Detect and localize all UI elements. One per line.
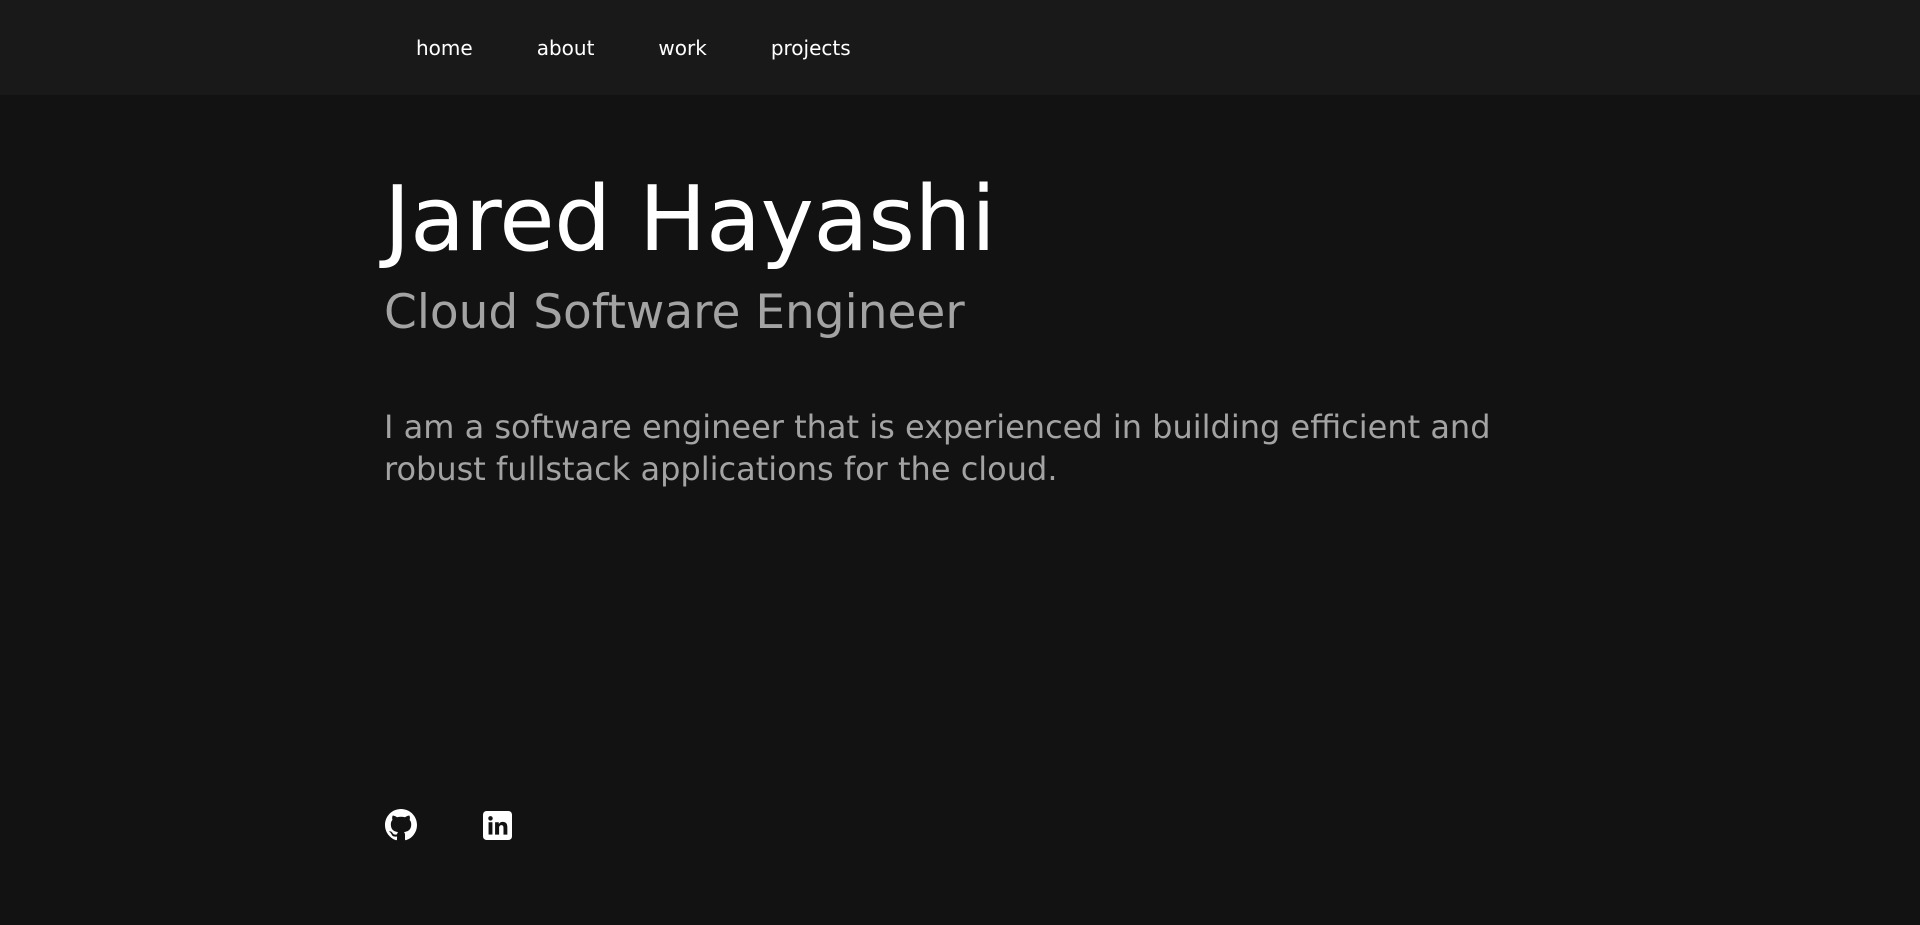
nav-link-projects[interactable]: projects <box>739 26 883 70</box>
top-navigation: home about work projects <box>0 0 1920 95</box>
hero-section: Jared Hayashi Cloud Software Engineer <box>384 160 1536 346</box>
page-title: Jared Hayashi <box>384 167 996 272</box>
nav-link-work[interactable]: work <box>626 26 738 70</box>
linkedin-link[interactable] <box>480 808 514 842</box>
nav-links: home about work projects <box>384 0 883 95</box>
nav-link-about[interactable]: about <box>505 26 627 70</box>
bio-text: I am a software engineer that is experie… <box>384 408 1491 488</box>
nav-link-home[interactable]: home <box>384 26 505 70</box>
linkedin-icon <box>482 810 512 840</box>
github-link[interactable] <box>384 808 418 842</box>
job-title: Cloud Software Engineer <box>384 285 965 340</box>
social-links <box>384 808 514 842</box>
github-icon <box>385 809 417 841</box>
